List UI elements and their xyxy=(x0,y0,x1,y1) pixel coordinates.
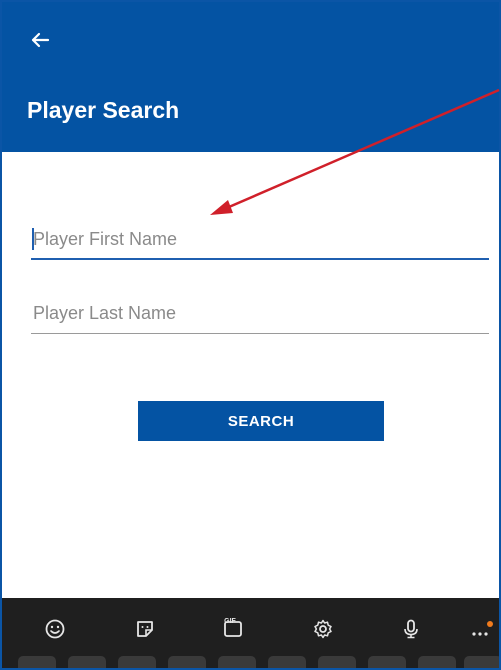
microphone-icon xyxy=(404,619,418,639)
first-name-field[interactable] xyxy=(31,220,491,260)
app-bar: Player Search xyxy=(2,2,499,152)
page-title: Player Search xyxy=(27,97,180,123)
keyboard-key[interactable] xyxy=(118,656,156,668)
last-name-field[interactable] xyxy=(31,294,491,334)
keyboard-key[interactable] xyxy=(68,656,106,668)
first-name-underline xyxy=(31,258,489,260)
keyboard-key[interactable] xyxy=(268,656,306,668)
settings-icon xyxy=(314,619,332,639)
more-button[interactable] xyxy=(465,612,499,646)
text-caret xyxy=(32,228,34,250)
emoji-button[interactable] xyxy=(38,612,72,646)
sticker-button[interactable] xyxy=(128,612,162,646)
gif-button[interactable] xyxy=(216,612,250,646)
first-name-input[interactable] xyxy=(31,220,491,258)
keyboard-key[interactable] xyxy=(464,656,499,668)
keyboard-key[interactable] xyxy=(418,656,456,668)
keyboard-key[interactable] xyxy=(168,656,206,668)
keyboard-key[interactable] xyxy=(18,656,56,668)
keyboard-key[interactable] xyxy=(318,656,356,668)
gif-icon xyxy=(224,621,242,637)
app-screen: Player Search SEARCH xyxy=(0,0,501,670)
more-icon xyxy=(472,621,493,636)
keyboard-key[interactable] xyxy=(218,656,256,668)
microphone-button[interactable] xyxy=(394,612,428,646)
back-button[interactable] xyxy=(24,24,56,56)
search-button[interactable]: SEARCH xyxy=(138,401,384,441)
keyboard-key[interactable] xyxy=(368,656,406,668)
last-name-input[interactable] xyxy=(31,294,491,332)
last-name-underline xyxy=(31,333,489,334)
back-arrow-icon xyxy=(31,32,50,48)
emoji-icon xyxy=(45,619,65,639)
sticker-icon xyxy=(137,621,153,637)
settings-button[interactable] xyxy=(306,612,340,646)
keyboard-keys-row xyxy=(2,656,499,668)
